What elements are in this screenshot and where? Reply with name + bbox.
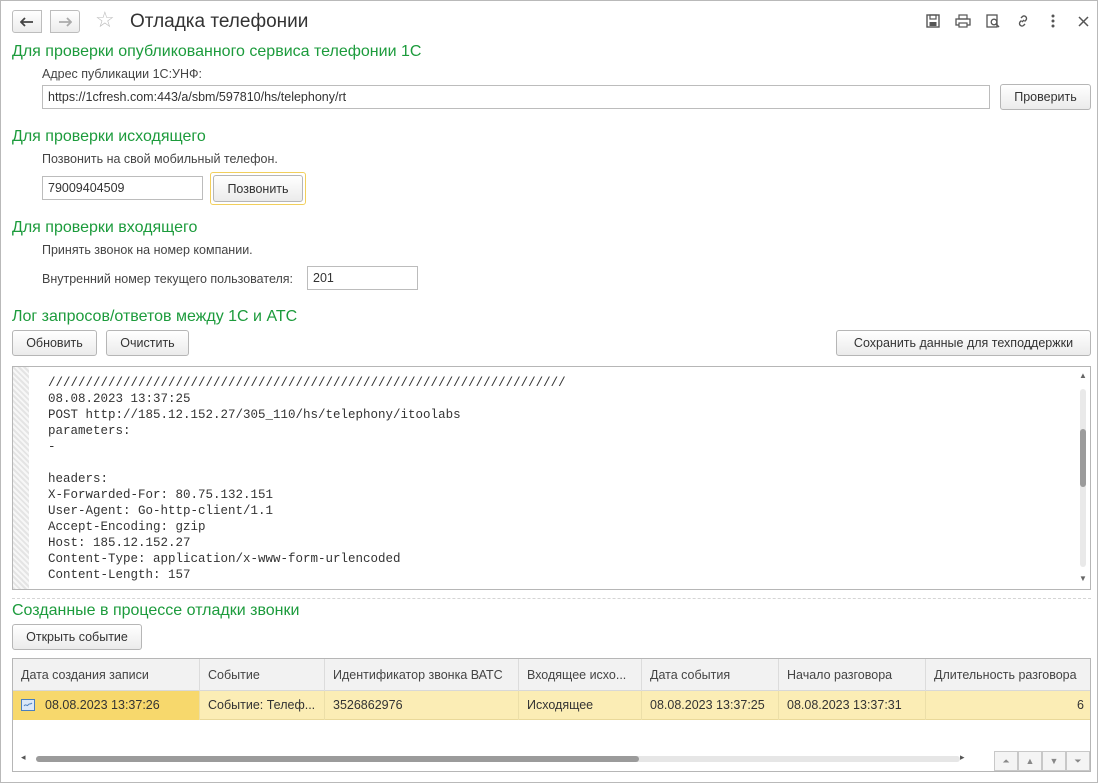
log-line: - xyxy=(48,440,56,454)
goto-last-icon[interactable]: ⏷ xyxy=(1066,751,1090,771)
col-event-date[interactable]: Дата события xyxy=(642,659,779,691)
scroll-down-icon[interactable]: ▼ xyxy=(1076,574,1090,583)
log-line: 08.08.2023 13:37:25 xyxy=(48,392,191,406)
save-support-data-button[interactable]: Сохранить данные для техподдержки xyxy=(836,330,1091,356)
log-line: Host: 185.12.152.27 xyxy=(48,536,191,550)
log-gutter xyxy=(13,367,29,589)
back-arrow-icon[interactable] xyxy=(12,10,42,33)
calls-table-header: Дата создания записи Событие Идентификат… xyxy=(13,659,1090,691)
horizontal-scroll-thumb[interactable] xyxy=(36,756,639,762)
page-down-icon[interactable]: ▼ xyxy=(1042,751,1066,771)
log-text: ////////////////////////////////////////… xyxy=(48,375,566,583)
created-date-value: 08.08.2023 13:37:26 xyxy=(45,698,160,712)
scroll-up-icon[interactable]: ▲ xyxy=(1076,371,1090,380)
scroll-right-icon[interactable]: ▸ xyxy=(960,752,965,763)
cell-event-date: 08.08.2023 13:37:25 xyxy=(642,691,779,720)
refresh-button[interactable]: Обновить xyxy=(12,330,97,356)
calls-table[interactable]: Дата создания записи Событие Идентификат… xyxy=(12,658,1091,772)
log-line: ////////////////////////////////////////… xyxy=(48,376,566,390)
cell-event: Событие: Телеф... xyxy=(200,691,325,720)
cell-call-id: 3526862976 xyxy=(325,691,519,720)
log-line: User-Agent: Go-http-client/1.1 xyxy=(48,504,274,518)
print-icon[interactable] xyxy=(953,11,973,31)
log-line: Content-Type: application/x-www-form-url… xyxy=(48,552,401,566)
cell-created-date: 08.08.2023 13:37:26 xyxy=(13,691,200,720)
outgoing-section-title: Для проверки исходящего xyxy=(12,128,206,145)
window-title: Отладка телефонии xyxy=(130,11,309,32)
debug-window: ☆ Отладка телефонии Для проверки опублик… xyxy=(0,0,1098,783)
star-icon[interactable]: ☆ xyxy=(95,8,115,32)
incoming-hint: Принять звонок на номер компании. xyxy=(42,243,253,257)
clear-button[interactable]: Очистить xyxy=(106,330,189,356)
log-line: POST http://185.12.152.27/305_110/hs/tel… xyxy=(48,408,461,422)
log-line: headers: xyxy=(48,472,109,486)
log-line: parameters: xyxy=(48,424,131,438)
address-label: Адрес публикации 1С:УНФ: xyxy=(42,67,202,81)
page-up-icon[interactable]: ▲ xyxy=(1018,751,1042,771)
forward-arrow-icon[interactable] xyxy=(50,10,80,33)
preview-icon[interactable] xyxy=(983,11,1003,31)
outgoing-hint: Позвонить на свой мобильный телефон. xyxy=(42,152,278,166)
col-created-date[interactable]: Дата создания записи xyxy=(13,659,200,691)
save-icon[interactable] xyxy=(923,11,943,31)
calls-section-title: Созданные в процессе отладки звонки xyxy=(12,602,300,619)
scroll-thumb[interactable] xyxy=(1080,429,1086,487)
log-textarea[interactable]: ////////////////////////////////////////… xyxy=(12,366,1091,590)
cell-direction: Исходящее xyxy=(519,691,642,720)
phone-input[interactable]: 79009404509 xyxy=(42,176,203,200)
published-service-section-title: Для проверки опубликованного сервиса тел… xyxy=(12,43,422,60)
log-line: X-Forwarded-For: 80.75.132.151 xyxy=(48,488,274,502)
log-vertical-scrollbar[interactable]: ▲ ▼ xyxy=(1076,367,1090,589)
scroll-left-icon[interactable]: ◂ xyxy=(21,752,26,763)
col-talk-start[interactable]: Начало разговора xyxy=(779,659,926,691)
col-duration[interactable]: Длительность разговора xyxy=(926,659,1090,691)
log-line: Accept-Encoding: gzip xyxy=(48,520,206,534)
link-icon[interactable] xyxy=(1013,11,1033,31)
extension-input[interactable]: 201 xyxy=(307,266,418,290)
close-icon[interactable] xyxy=(1073,11,1093,31)
col-event[interactable]: Событие xyxy=(200,659,325,691)
extension-label: Внутренний номер текущего пользователя: xyxy=(42,272,294,286)
table-row[interactable]: 08.08.2023 13:37:26 Событие: Телеф... 35… xyxy=(13,691,1090,720)
goto-first-icon[interactable]: ⏶ xyxy=(994,751,1018,771)
call-record-icon xyxy=(21,699,35,711)
check-button[interactable]: Проверить xyxy=(1000,84,1091,110)
incoming-section-title: Для проверки входящего xyxy=(12,219,198,236)
address-input[interactable]: https://1cfresh.com:443/a/sbm/597810/hs/… xyxy=(42,85,990,109)
call-button[interactable]: Позвонить xyxy=(213,175,303,202)
more-vertical-icon[interactable] xyxy=(1043,11,1063,31)
open-event-button[interactable]: Открыть событие xyxy=(12,624,142,650)
log-section-title: Лог запросов/ответов между 1С и АТС xyxy=(12,308,298,325)
section-divider xyxy=(12,598,1091,599)
cell-duration: 6 xyxy=(1077,698,1084,712)
col-call-id[interactable]: Идентификатор звонка ВАТС xyxy=(325,659,519,691)
log-line: Content-Length: 157 xyxy=(48,568,191,582)
cell-talk-start: 08.08.2023 13:37:31 xyxy=(779,691,926,720)
col-direction[interactable]: Входящее исхо... xyxy=(519,659,642,691)
